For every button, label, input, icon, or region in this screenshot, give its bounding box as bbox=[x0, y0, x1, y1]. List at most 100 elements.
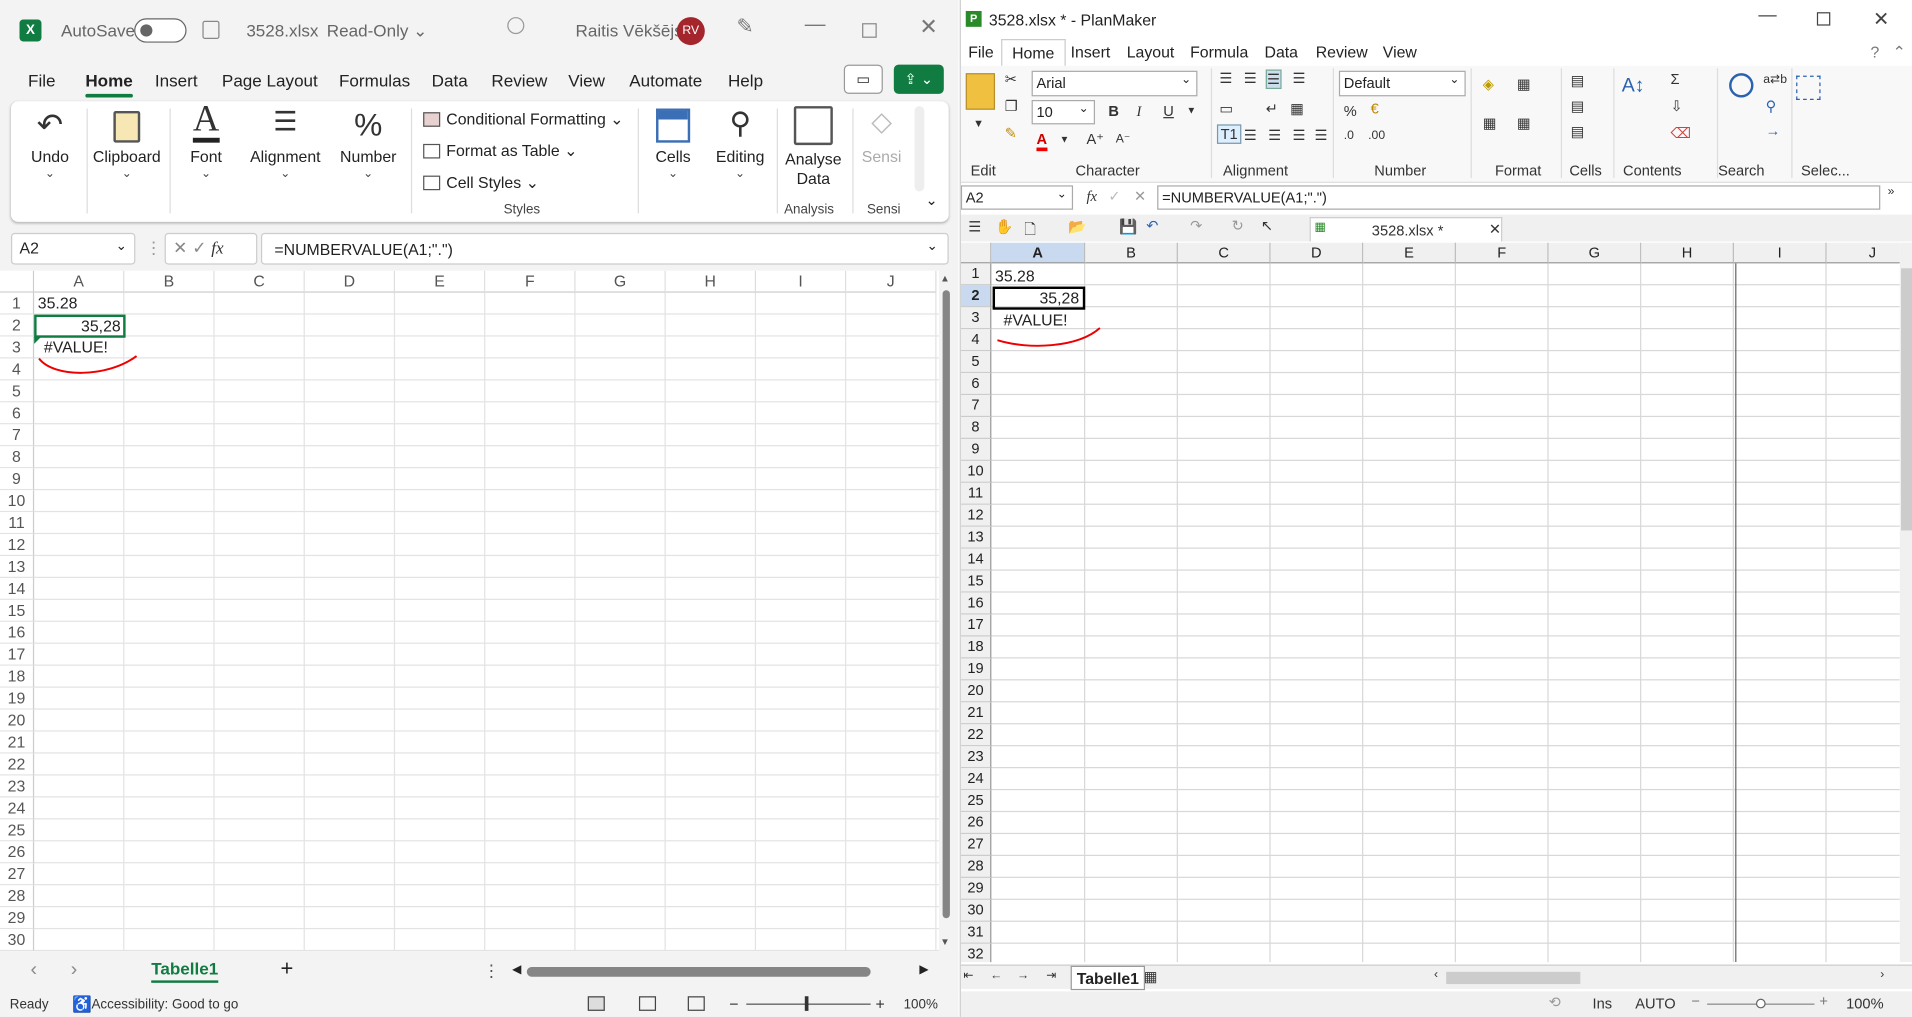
menu-layout[interactable]: Layout bbox=[1127, 43, 1175, 61]
cancel-icon[interactable]: ✕ bbox=[1134, 188, 1146, 205]
format-painter-icon[interactable]: ✎ bbox=[1005, 124, 1017, 141]
pm-scroll-right-icon[interactable]: › bbox=[1880, 968, 1884, 981]
zoom-out-icon[interactable]: − bbox=[729, 995, 738, 1013]
pm-row-header[interactable]: 32 bbox=[960, 943, 992, 963]
maximize-icon[interactable] bbox=[862, 23, 877, 38]
horizontal-scrollbar[interactable] bbox=[526, 966, 871, 977]
cut-icon[interactable]: ✂ bbox=[1005, 71, 1017, 88]
menu-home[interactable]: Home bbox=[1001, 39, 1066, 66]
first-sheet-icon[interactable]: ⇤ bbox=[963, 969, 973, 982]
find-icon[interactable]: ⚲ bbox=[1766, 98, 1777, 115]
menu-file[interactable]: File bbox=[968, 43, 994, 61]
search-icon[interactable] bbox=[1729, 73, 1754, 98]
planmaker-name-box[interactable]: A2 ⌄ bbox=[960, 185, 1074, 210]
row-header[interactable]: 6 bbox=[0, 402, 35, 425]
pm-select-all[interactable] bbox=[960, 242, 992, 264]
last-sheet-icon[interactable]: ⇥ bbox=[1046, 969, 1056, 982]
pm-row-header[interactable]: 28 bbox=[960, 856, 992, 878]
column-header[interactable]: G bbox=[575, 270, 666, 293]
zoom-out-icon[interactable]: − bbox=[1691, 993, 1700, 1010]
insert-function-icon[interactable]: fx bbox=[1086, 188, 1097, 206]
planmaker-grid[interactable]: ABCDEFGHIJ 1 2 3 4 5 6 7 8 9 10 11 12 13 14 15 16 17 18 19… bbox=[960, 242, 1900, 963]
pm-column-header[interactable]: G bbox=[1548, 242, 1642, 264]
sum-icon[interactable]: Σ bbox=[1671, 71, 1680, 88]
wrap-icon[interactable]: ↵ bbox=[1266, 100, 1278, 117]
row-header[interactable]: 4 bbox=[0, 358, 35, 381]
row-header[interactable]: 17 bbox=[0, 643, 35, 666]
pm-row-header[interactable]: 2 bbox=[960, 285, 992, 308]
align-middle-icon[interactable]: ☰ bbox=[1244, 70, 1257, 87]
cancel-icon[interactable]: ✕ bbox=[173, 238, 187, 258]
menu-view[interactable]: View bbox=[1383, 43, 1417, 61]
ribbon-collapse-icon[interactable]: ⌄ bbox=[926, 191, 938, 208]
repeat-icon[interactable]: ↻ bbox=[1232, 217, 1244, 234]
row-header[interactable]: 7 bbox=[0, 424, 35, 447]
tab-file[interactable]: File bbox=[28, 71, 56, 91]
save-icon[interactable] bbox=[202, 20, 220, 40]
row-header[interactable]: 23 bbox=[0, 775, 35, 798]
ribbon-scroll[interactable] bbox=[914, 106, 925, 192]
menu-formula[interactable]: Formula bbox=[1190, 43, 1248, 61]
align-right-icon[interactable]: ☰ bbox=[1293, 127, 1306, 144]
scrollbar-thumb[interactable] bbox=[942, 290, 950, 919]
pm-row-header[interactable]: 26 bbox=[960, 812, 992, 835]
text-direction-icon[interactable]: T1 bbox=[1216, 124, 1242, 144]
goto-icon[interactable]: → bbox=[1766, 122, 1781, 139]
editing-button[interactable]: ⚲ Editing ⌄ bbox=[706, 101, 774, 222]
format-cells-icon[interactable]: ▤ bbox=[1571, 123, 1585, 140]
pm-vertical-scrollbar[interactable] bbox=[1899, 242, 1912, 963]
paste-icon[interactable] bbox=[965, 73, 996, 110]
row-header[interactable]: 14 bbox=[0, 577, 35, 600]
scroll-down-icon[interactable]: ▼ bbox=[940, 936, 950, 947]
shrink-font-icon[interactable]: A⁻ bbox=[1116, 133, 1131, 146]
cell-style-icon[interactable]: ▦ bbox=[1517, 115, 1531, 132]
comments-button[interactable]: ▭ bbox=[843, 64, 883, 94]
collapse-ribbon-icon[interactable]: ⌃ bbox=[1892, 43, 1905, 63]
pm-column-header[interactable]: I bbox=[1733, 242, 1827, 264]
tab-view[interactable]: View bbox=[568, 71, 605, 91]
pm-row-header[interactable]: 23 bbox=[960, 746, 992, 769]
pm-row-header[interactable]: 18 bbox=[960, 636, 992, 659]
help-icon[interactable]: ? bbox=[1871, 43, 1880, 61]
menu-insert[interactable]: Insert bbox=[1071, 43, 1111, 61]
percent-icon[interactable]: % bbox=[1344, 102, 1357, 119]
row-header[interactable]: 27 bbox=[0, 863, 35, 886]
pm-status-ins[interactable]: Ins bbox=[1593, 995, 1613, 1012]
pm-horizontal-scrollbar[interactable] bbox=[1446, 971, 1581, 985]
prev-sheet-icon[interactable]: ← bbox=[990, 969, 1002, 982]
pm-row-header[interactable]: 9 bbox=[960, 438, 992, 461]
font-button[interactable]: A Font ⌄ bbox=[172, 101, 240, 222]
row-header[interactable]: 13 bbox=[0, 556, 35, 578]
row-header[interactable]: 30 bbox=[0, 929, 35, 952]
row-header[interactable]: 1 bbox=[0, 292, 35, 315]
row-header[interactable]: 29 bbox=[0, 907, 35, 930]
pm-cell-a2[interactable]: 35,28 bbox=[992, 286, 1086, 310]
border-style-icon[interactable]: ▦ bbox=[1483, 115, 1497, 132]
redo-icon[interactable]: ↷ bbox=[1190, 217, 1202, 234]
pm-column-header[interactable]: J bbox=[1826, 242, 1900, 264]
bold-icon[interactable]: B bbox=[1108, 102, 1119, 119]
close-icon[interactable]: ✕ bbox=[919, 15, 937, 41]
row-header[interactable]: 16 bbox=[0, 621, 35, 644]
tab-insert[interactable]: Insert bbox=[155, 71, 198, 91]
pm-row-header[interactable]: 4 bbox=[960, 329, 992, 352]
menu-review[interactable]: Review bbox=[1316, 43, 1368, 61]
row-header[interactable]: 28 bbox=[0, 885, 35, 908]
select-icon[interactable] bbox=[1796, 75, 1821, 100]
pm-row-header[interactable]: 21 bbox=[960, 702, 992, 725]
alignment-button[interactable]: ☰ Alignment ⌄ bbox=[245, 101, 325, 222]
scroll-up-icon[interactable]: ▲ bbox=[940, 273, 950, 284]
column-header[interactable]: D bbox=[304, 270, 396, 293]
add-sheet-button[interactable]: + bbox=[280, 956, 293, 982]
pm-column-header[interactable]: C bbox=[1177, 242, 1271, 264]
open-icon[interactable]: 📂 bbox=[1068, 218, 1086, 235]
planmaker-formula-input[interactable]: =NUMBERVALUE(A1;".") bbox=[1157, 185, 1881, 210]
pm-scrollbar-thumb[interactable] bbox=[1901, 268, 1912, 531]
zoom-in-icon[interactable]: + bbox=[1819, 993, 1828, 1010]
pm-column-header[interactable]: E bbox=[1363, 242, 1456, 264]
replace-icon[interactable]: a⇄b bbox=[1763, 73, 1787, 86]
align-justify-icon[interactable]: ☰ bbox=[1293, 70, 1306, 87]
zoom-slider-thumb[interactable] bbox=[804, 996, 809, 1011]
column-header[interactable]: J bbox=[846, 270, 937, 293]
column-header[interactable]: I bbox=[756, 270, 847, 293]
